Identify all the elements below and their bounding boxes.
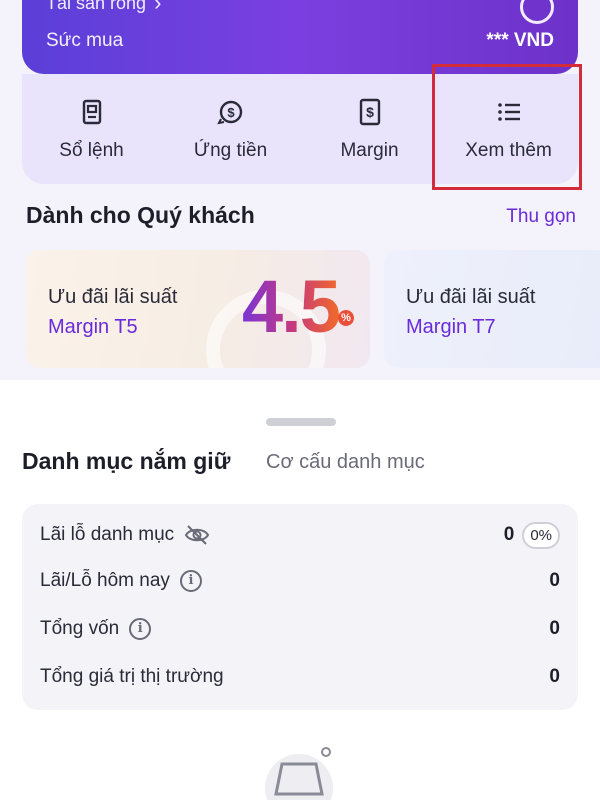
portfolio-sheet: Danh mục nắm giữ Cơ cấu danh mục Lãi lỗ … [0,392,600,800]
order-book-button[interactable]: Sổ lệnh [22,74,161,184]
tab-holdings[interactable]: Danh mục nắm giữ [22,448,230,475]
buying-power-value: *** VND [486,30,554,51]
summary-row-today-pnl: Lãi/Lỗ hôm nay i 0 [40,566,560,596]
collapse-link[interactable]: Thu gọn [506,206,576,228]
promo-card-margin-t7[interactable]: Ưu đãi lãi suất Margin T7 [384,250,600,368]
svg-text:$: $ [366,104,374,120]
net-assets-label: Tài sản ròng [46,0,147,13]
order-book-icon [82,99,101,125]
empty-state-illustration-icon [265,747,333,800]
promo-card-margin-t5[interactable]: Ưu đãi lãi suất Margin T5 4.5 % [26,250,370,368]
eye-off-icon[interactable] [184,524,210,546]
cash-advance-label: Ứng tiền [193,140,268,161]
row-label: Lãi/Lỗ hôm nay [40,570,170,591]
chevron-right-icon: › [154,0,162,15]
row-label: Lãi lỗ danh mục [40,524,175,545]
margin-label: Margin [340,140,399,161]
account-card[interactable]: Tài sản ròng › Sức mua *** VND [22,0,578,74]
row-value: 0 [549,570,560,591]
sheet-grabber[interactable] [266,418,336,426]
row-value: 0 [503,524,515,545]
for-you-title: Dành cho Quý khách [26,202,255,228]
promo-subtitle: Margin T5 [48,316,138,338]
cash-advance-button[interactable]: $ Ứng tiền [161,74,300,184]
buying-power-label: Sức mua [46,30,124,51]
see-more-button[interactable]: Xem thêm [439,74,578,184]
eye-toggle-icon[interactable] [520,0,554,24]
row-label: Tổng vốn [40,618,120,639]
summary-row-market-value: Tổng giá trị thị trường 0 [40,662,560,692]
list-icon [497,103,520,121]
quick-actions: Sổ lệnh $ Ứng tiền $ Margin Xem thêm [22,74,578,184]
row-label: Tổng giá trị thị trường [40,666,224,687]
svg-text:$: $ [227,105,235,120]
row-value: 0 [549,666,560,687]
pnl-percent-badge: 0% [522,521,560,549]
promo-rate: 4.5 [242,265,341,348]
tab-structure[interactable]: Cơ cấu danh mục [266,451,425,474]
order-book-label: Sổ lệnh [59,140,124,161]
promo-rate-unit: % [338,310,354,326]
cash-advance-icon: $ [216,100,242,125]
see-more-label: Xem thêm [465,140,552,161]
portfolio-summary: Lãi lỗ danh mục 0 0% Lãi/Lỗ hôm nay i 0 … [22,504,578,710]
promo-title: Ưu đãi lãi suất [48,286,178,308]
summary-row-total-capital: Tổng vốn i 0 [40,614,560,644]
info-icon[interactable]: i [179,570,202,592]
margin-icon: $ [359,98,380,126]
promo-subtitle: Margin T7 [406,316,496,338]
info-icon[interactable]: i [129,618,152,640]
promo-title: Ưu đãi lãi suất [406,286,536,308]
summary-row-portfolio-pnl: Lãi lỗ danh mục 0 0% [40,520,560,550]
margin-button[interactable]: $ Margin [300,74,439,184]
net-assets-row[interactable]: Tài sản ròng › [46,0,161,16]
row-value: 0 [549,618,560,639]
